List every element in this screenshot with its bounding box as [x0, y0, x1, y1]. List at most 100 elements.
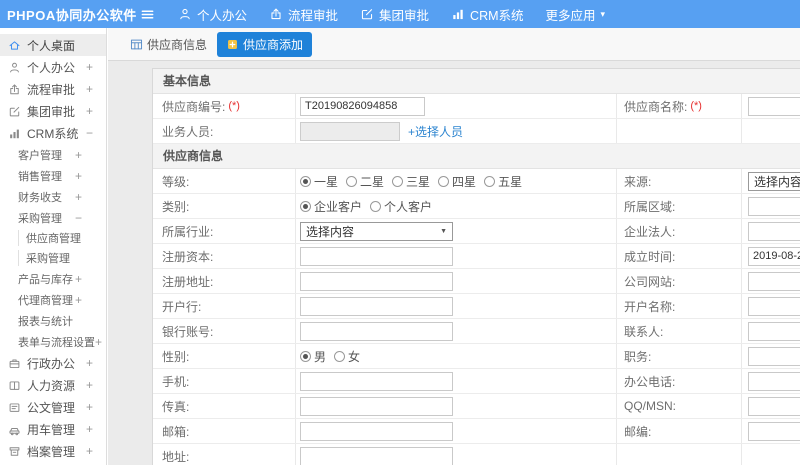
sidebar-item-reports-statistics[interactable]: 报表与统计 — [0, 310, 106, 331]
collapse-minus-icon[interactable]: − — [86, 127, 93, 139]
label-fax-text: 传真: — [162, 399, 190, 414]
sidebar-item-personal-desktop[interactable]: 个人桌面 — [0, 34, 106, 56]
expand-plus-icon[interactable]: + — [86, 357, 93, 369]
field-level-option-2[interactable]: 三星 — [392, 173, 430, 190]
select-person-link[interactable]: +选择人员 — [408, 123, 463, 140]
field-fax-input[interactable] — [300, 396, 453, 416]
field-office-phone-input[interactable] — [748, 371, 800, 391]
expand-plus-icon[interactable]: + — [86, 445, 93, 457]
sidebar-item-workflow-approval[interactable]: 流程审批 + — [0, 78, 106, 100]
field-level-option-4[interactable]: 五星 — [484, 173, 522, 190]
sidebar-item-customer-mgmt[interactable]: 客户管理 + — [0, 144, 106, 165]
nav-personal-office[interactable]: 个人办公 — [167, 0, 258, 28]
field-level-radio-1[interactable] — [346, 175, 358, 187]
expand-plus-icon[interactable]: + — [86, 61, 93, 73]
field-position-input[interactable] — [748, 346, 800, 366]
field-qq-msn-input[interactable] — [748, 396, 800, 416]
field-level-option-0[interactable]: 一星 — [300, 173, 338, 190]
sidebar-item-document-mgmt[interactable]: 公文管理 + — [0, 396, 106, 418]
field-postcode-input[interactable] — [748, 421, 800, 441]
field-level-radio-4[interactable] — [484, 175, 496, 187]
field-founded-date-input[interactable] — [748, 246, 800, 266]
field-position — [741, 344, 800, 368]
expand-plus-icon[interactable]: + — [75, 273, 82, 285]
nav-workflow-approval[interactable]: 流程审批 — [258, 0, 349, 28]
sidebar-item-group-approval[interactable]: 集团审批 + — [0, 100, 106, 122]
field-business-person-input[interactable] — [300, 121, 400, 141]
field-supplier-name-input[interactable] — [748, 96, 800, 116]
field-gender-radio-0[interactable] — [300, 350, 311, 362]
expand-plus-icon[interactable]: + — [86, 423, 93, 435]
field-level-radio-3[interactable] — [438, 175, 450, 187]
tab-supplier-add[interactable]: 供应商添加 — [217, 31, 313, 57]
sidebar-item-personal-office[interactable]: 个人办公 + — [0, 56, 106, 78]
field-gender-radio-1[interactable] — [334, 350, 346, 362]
sidebar-item-admin-office[interactable]: 行政办公 + — [0, 352, 106, 374]
field-registered-address-input[interactable] — [300, 271, 453, 291]
sidebar-item-agent-mgmt[interactable]: 代理商管理 + — [0, 289, 106, 310]
sidebar-item-finance[interactable]: 财务收支 + — [0, 186, 106, 207]
field-address-input[interactable] — [300, 446, 453, 465]
label-region-text: 所属区域: — [624, 199, 676, 214]
briefcase-icon — [9, 358, 20, 368]
expand-plus-icon[interactable]: + — [75, 149, 82, 161]
field-supplier-name — [741, 94, 800, 118]
field-bank-account-input[interactable] — [300, 321, 453, 341]
label-contact: 联系人: — [617, 319, 741, 343]
field-industry-select[interactable]: 选择内容 ▼ — [300, 221, 453, 241]
sidebar-item-human-resources[interactable]: 人力资源 + — [0, 374, 106, 396]
expand-plus-icon[interactable]: + — [75, 191, 82, 203]
field-company-website-input[interactable] — [748, 271, 800, 291]
field-email-input[interactable] — [300, 421, 453, 441]
field-contact-input[interactable] — [748, 321, 800, 341]
collapse-minus-icon[interactable]: − — [75, 212, 82, 224]
expand-plus-icon[interactable]: + — [75, 170, 82, 182]
field-gender-option-1[interactable]: 女 — [334, 348, 360, 365]
expand-plus-icon[interactable]: + — [86, 105, 93, 117]
nav-more-apps[interactable]: 更多应用 ▾ — [535, 0, 617, 28]
sidebar-item-vehicle-mgmt[interactable]: 用车管理 + — [0, 418, 106, 440]
field-legal-person-input[interactable] — [748, 221, 800, 241]
label-address-text: 地址: — [162, 449, 190, 464]
field-registered-capital-input[interactable] — [300, 246, 453, 266]
field-supplier-code-input[interactable] — [300, 96, 425, 116]
sidebar-item-sales-mgmt[interactable]: 销售管理 + — [0, 165, 106, 186]
field-category-option-1[interactable]: 个人客户 — [370, 198, 432, 215]
field-bank-input[interactable] — [300, 296, 453, 316]
expand-plus-icon[interactable]: + — [75, 294, 82, 306]
label-business-person: 业务人员: — [153, 119, 295, 143]
grid-icon — [130, 39, 143, 49]
sidebar-item-crm-system[interactable]: CRM系统 − — [0, 122, 106, 144]
sidebar-item-products-inventory[interactable]: 产品与库存 + — [0, 268, 106, 289]
field-region — [741, 194, 800, 218]
sidebar-item-purchase-mgmt[interactable]: 采购管理 — [0, 248, 106, 268]
field-industry: 选择内容 ▼ — [295, 219, 617, 243]
tab-supplier-info[interactable]: 供应商信息 — [130, 36, 207, 53]
hamburger-menu-icon[interactable] — [140, 7, 155, 22]
field-level-option-3[interactable]: 四星 — [438, 173, 476, 190]
expand-plus-icon[interactable]: + — [86, 83, 93, 95]
field-mobile-input[interactable] — [300, 371, 453, 391]
archive-icon — [9, 446, 20, 456]
sidebar-item-procurement-mgmt[interactable]: 采购管理 − — [0, 207, 106, 228]
nav-group-approval[interactable]: 集团审批 — [349, 0, 440, 28]
sidebar-item-archive-mgmt[interactable]: 档案管理 + — [0, 440, 106, 462]
expand-plus-icon[interactable]: + — [86, 401, 93, 413]
expand-plus-icon[interactable]: + — [95, 336, 102, 348]
nav-crm-system[interactable]: CRM系统 — [440, 0, 534, 28]
field-level-radio-0[interactable] — [300, 175, 311, 187]
field-category-radio-0[interactable] — [300, 200, 311, 212]
sidebar-item-supplier-mgmt[interactable]: 供应商管理 — [0, 228, 106, 248]
expand-plus-icon[interactable]: + — [86, 379, 93, 391]
field-category-radio-1[interactable] — [370, 200, 382, 212]
field-level-radio-2[interactable] — [392, 175, 404, 187]
field-source-select[interactable]: 选择内容▼ — [748, 171, 800, 191]
option-label: 企业客户 — [314, 199, 363, 214]
field-region-input[interactable] — [748, 196, 800, 216]
field-account-name-input[interactable] — [748, 296, 800, 316]
field-category-option-0[interactable]: 企业客户 — [300, 198, 362, 215]
sidebar-item-form-workflow-settings[interactable]: 表单与流程设置 + — [0, 331, 106, 352]
field-address — [295, 444, 617, 465]
field-level-option-1[interactable]: 二星 — [346, 173, 384, 190]
field-gender-option-0[interactable]: 男 — [300, 348, 326, 365]
